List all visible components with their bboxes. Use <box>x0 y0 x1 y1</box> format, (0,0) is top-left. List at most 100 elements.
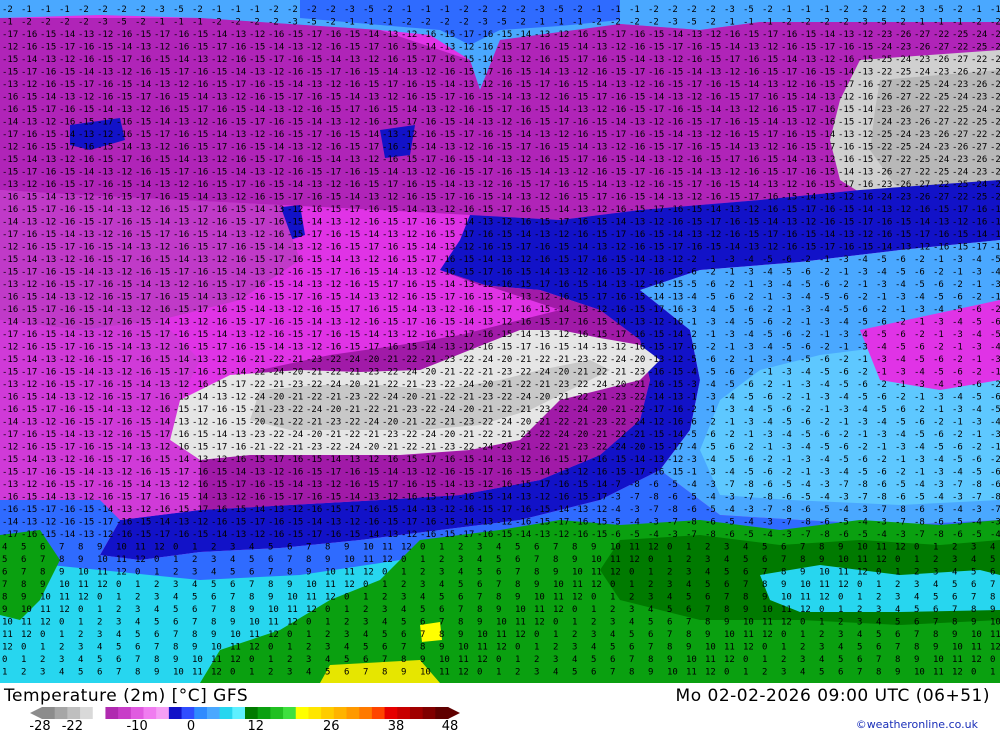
grid-value: -13 <box>420 505 436 515</box>
grid-value: -14 <box>344 93 360 103</box>
grid-value: -4 <box>914 293 925 303</box>
grid-value: -2 <box>458 18 469 28</box>
grid-value: 11 <box>363 555 374 565</box>
grid-value: 7 <box>553 543 558 553</box>
grid-value: -27 <box>895 168 911 178</box>
grid-value: -24 <box>382 393 398 403</box>
grid-value: -24 <box>971 180 987 190</box>
grid-value: -17 <box>800 105 816 115</box>
grid-value: -3 <box>800 380 811 390</box>
grid-value: -16 <box>40 168 56 178</box>
grid-value: -16 <box>876 218 892 228</box>
grid-value: -12 <box>420 468 436 478</box>
grid-value: 7 <box>952 605 957 615</box>
credit-link[interactable]: ©weatheronline.co.uk <box>856 718 978 731</box>
grid-value: -17 <box>553 118 569 128</box>
grid-value: 10 <box>610 543 621 553</box>
grid-value: -17 <box>78 280 94 290</box>
grid-value: -15 <box>420 493 436 503</box>
grid-value: -14 <box>363 330 379 340</box>
grid-value: -12 <box>667 255 683 265</box>
grid-value: -15 <box>458 455 474 465</box>
grid-value: -13 <box>2 280 18 290</box>
grid-value: -13 <box>477 118 493 128</box>
grid-value: -3 <box>819 480 830 490</box>
grid-value: 11 <box>458 655 469 665</box>
grid-value: -22 <box>990 68 1000 78</box>
grid-value: -15 <box>838 105 854 115</box>
grid-value: -25 <box>895 143 911 153</box>
grid-value: -16 <box>116 130 132 140</box>
grid-value: -3 <box>895 443 906 453</box>
grid-value: -15 <box>116 380 132 390</box>
grid-value: -15 <box>743 130 759 140</box>
grid-value: -14 <box>154 318 170 328</box>
grid-value: -14 <box>439 280 455 290</box>
grid-value: -1 <box>819 255 830 265</box>
grid-value: -24 <box>971 30 987 40</box>
grid-value: -16 <box>382 243 398 253</box>
grid-value: -1 <box>21 5 32 15</box>
grid-value: 2 <box>420 568 425 578</box>
grid-value: -14 <box>97 405 113 415</box>
grid-value: -6 <box>610 530 621 540</box>
grid-value: -21 <box>553 393 569 403</box>
grid-value: -15 <box>743 230 759 240</box>
grid-value: -2 <box>857 443 868 453</box>
grid-value: -16 <box>59 318 75 328</box>
grid-value: -16 <box>40 68 56 78</box>
grid-value: -22 <box>477 418 493 428</box>
grid-value: -13 <box>781 118 797 128</box>
grid-value: 9 <box>724 618 729 628</box>
grid-value: -27 <box>933 43 949 53</box>
grid-value: -15 <box>325 493 341 503</box>
grid-value: -16 <box>230 55 246 65</box>
grid-value: -22 <box>401 443 417 453</box>
grid-value: 5 <box>21 543 26 553</box>
grid-value: -6 <box>648 480 659 490</box>
grid-value: 4 <box>629 618 634 628</box>
grid-value: -3 <box>971 268 982 278</box>
grid-value: -15 <box>249 43 265 53</box>
grid-value: 11 <box>21 618 32 628</box>
grid-value: -13 <box>534 130 550 140</box>
grid-value: -8 <box>762 493 773 503</box>
grid-value: -14 <box>477 55 493 65</box>
grid-value: -16 <box>838 55 854 65</box>
grid-value: -15 <box>819 180 835 190</box>
grid-value: -1 <box>914 393 925 403</box>
grid-value: -12 <box>553 30 569 40</box>
grid-value: -21 <box>572 368 588 378</box>
grid-value: 5 <box>268 543 273 553</box>
grid-value: -15 <box>78 418 94 428</box>
grid-value: -12 <box>59 355 75 365</box>
grid-value: -2 <box>895 468 906 478</box>
grid-value: -15 <box>173 293 189 303</box>
grid-value: 12 <box>249 643 260 653</box>
grid-value: 6 <box>895 630 900 640</box>
grid-value: -15 <box>496 343 512 353</box>
grid-value: -16 <box>192 380 208 390</box>
grid-value: -16 <box>515 318 531 328</box>
grid-value: 5 <box>192 593 197 603</box>
grid-value: 3 <box>705 555 710 565</box>
grid-value: -17 <box>477 268 493 278</box>
grid-value: -22 <box>325 355 341 365</box>
grid-value: 7 <box>610 668 615 678</box>
grid-value: -13 <box>800 55 816 65</box>
grid-value: -15 <box>382 205 398 215</box>
grid-value: 7 <box>876 655 881 665</box>
grid-value: -15 <box>2 55 18 65</box>
grid-value: -13 <box>21 118 37 128</box>
grid-value: 7 <box>477 593 482 603</box>
grid-value: -16 <box>439 468 455 478</box>
grid-value: -21 <box>477 405 493 415</box>
grid-value: -13 <box>895 243 911 253</box>
grid-value: -13 <box>249 68 265 78</box>
grid-value: -13 <box>78 230 94 240</box>
grid-value: -17 <box>591 93 607 103</box>
grid-value: 12 <box>648 543 659 553</box>
grid-value: -1 <box>230 5 241 15</box>
grid-value: -12 <box>116 168 132 178</box>
grid-value: -6 <box>762 393 773 403</box>
